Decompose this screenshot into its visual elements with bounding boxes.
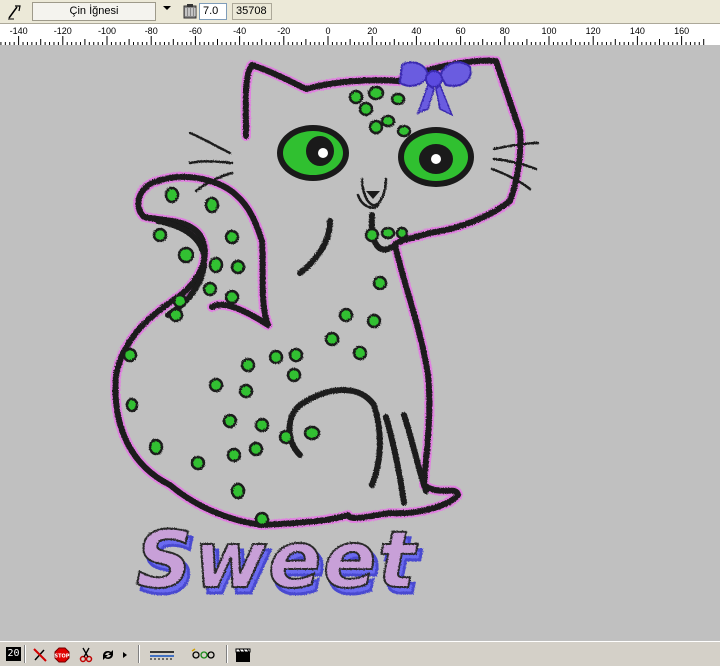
- green-spot: [230, 482, 246, 500]
- design-canvas[interactable]: Sweet Sweet: [0, 45, 720, 641]
- ruler-label: -20: [277, 26, 290, 36]
- embroidery-design[interactable]: Sweet Sweet: [0, 45, 720, 641]
- green-spot: [348, 89, 364, 105]
- green-spot: [208, 256, 224, 274]
- ruler-label: 120: [586, 26, 601, 36]
- ruler-label: 0: [325, 26, 330, 36]
- green-spot: [352, 345, 368, 361]
- horizontal-ruler: -140 -120 -100 -80 -60 -40 -20 0 20 40 60 80 100 120 1…: [0, 24, 720, 46]
- ruler-label: -100: [98, 26, 116, 36]
- green-spot: [380, 114, 396, 128]
- green-spot: [190, 455, 206, 471]
- green-spot: [367, 85, 385, 101]
- toolbar-separator: [226, 645, 228, 663]
- green-spot: [172, 293, 188, 309]
- green-spot: [372, 275, 388, 291]
- ruler-label: -40: [233, 26, 246, 36]
- green-spot: [230, 259, 246, 275]
- clapperboard-icon[interactable]: [234, 647, 252, 663]
- green-spot: [396, 124, 412, 138]
- green-spot: [240, 357, 256, 373]
- stitch-count-field: 35708: [232, 3, 272, 20]
- density-icon: [183, 4, 197, 19]
- green-spot: [324, 331, 340, 347]
- green-spot: [122, 347, 138, 363]
- green-spot: [125, 397, 139, 413]
- satin-stitch-icon[interactable]: [148, 647, 178, 663]
- green-spot: [224, 229, 240, 245]
- green-spot: [288, 347, 304, 363]
- green-spot: [278, 429, 294, 445]
- stop-icon-label: STOP: [55, 654, 70, 660]
- top-toolbar: Çin İğnesi 7.0 35708: [0, 0, 720, 24]
- ruler-label: 80: [500, 26, 510, 36]
- ruler-label: -80: [145, 26, 158, 36]
- green-spot: [254, 417, 270, 433]
- green-spot: [303, 425, 321, 441]
- green-spot: [222, 413, 238, 429]
- ruler-label: -140: [10, 26, 28, 36]
- green-spot: [366, 313, 382, 329]
- stop-icon[interactable]: STOP: [54, 647, 70, 663]
- needle-type-select[interactable]: Çin İğnesi: [32, 2, 156, 21]
- step-number-badge[interactable]: 20: [6, 647, 21, 661]
- green-spot: [164, 186, 180, 204]
- green-spot: [168, 307, 184, 323]
- sweet-text: Sweet: [136, 516, 418, 606]
- green-spot: [226, 447, 242, 463]
- toolbar-separator: [24, 645, 26, 663]
- green-spot: [338, 307, 354, 323]
- green-spot: [224, 289, 240, 305]
- green-spot: [177, 246, 195, 264]
- green-spot: [204, 196, 220, 214]
- ruler-label: 100: [541, 26, 556, 36]
- chevron-down-icon[interactable]: [163, 6, 171, 10]
- ruler-scale: -140 -120 -100 -80 -60 -40 -20 0 20 40 60 80 100 120 1…: [0, 26, 705, 45]
- cat-bow: [398, 61, 472, 117]
- ruler-label: 160: [674, 26, 689, 36]
- scissors-icon[interactable]: [78, 647, 94, 663]
- green-spot: [390, 92, 406, 106]
- green-spot: [202, 281, 218, 297]
- needle-tool-icon[interactable]: [6, 3, 24, 21]
- green-spot: [152, 227, 168, 243]
- cat-eyes: [277, 125, 474, 199]
- green-spot: [268, 349, 284, 365]
- green-spot: [286, 367, 302, 383]
- run-stitch-icon[interactable]: [190, 647, 216, 663]
- sweet-lettering: Sweet Sweet: [135, 515, 422, 614]
- needle-off-icon[interactable]: [32, 647, 48, 663]
- bottom-toolbar: 20 STOP: [0, 641, 720, 666]
- ruler-label: 60: [456, 26, 466, 36]
- green-spot: [238, 383, 254, 399]
- green-spot: [368, 119, 384, 135]
- green-spot: [395, 226, 409, 240]
- toolbar-separator: [138, 645, 140, 663]
- green-spot: [358, 101, 374, 117]
- ruler-label: -60: [189, 26, 202, 36]
- ruler-label: 40: [411, 26, 421, 36]
- green-spot: [208, 377, 224, 393]
- ruler-label: 140: [630, 26, 645, 36]
- ruler-label: 20: [367, 26, 377, 36]
- chevron-right-icon[interactable]: [121, 647, 129, 663]
- density-input[interactable]: 7.0: [199, 3, 227, 20]
- green-spot: [364, 227, 380, 243]
- green-spot: [248, 441, 264, 457]
- ruler-label: -120: [54, 26, 72, 36]
- repeat-icon[interactable]: [100, 647, 116, 663]
- green-spot: [148, 438, 164, 456]
- green-spot: [380, 226, 396, 240]
